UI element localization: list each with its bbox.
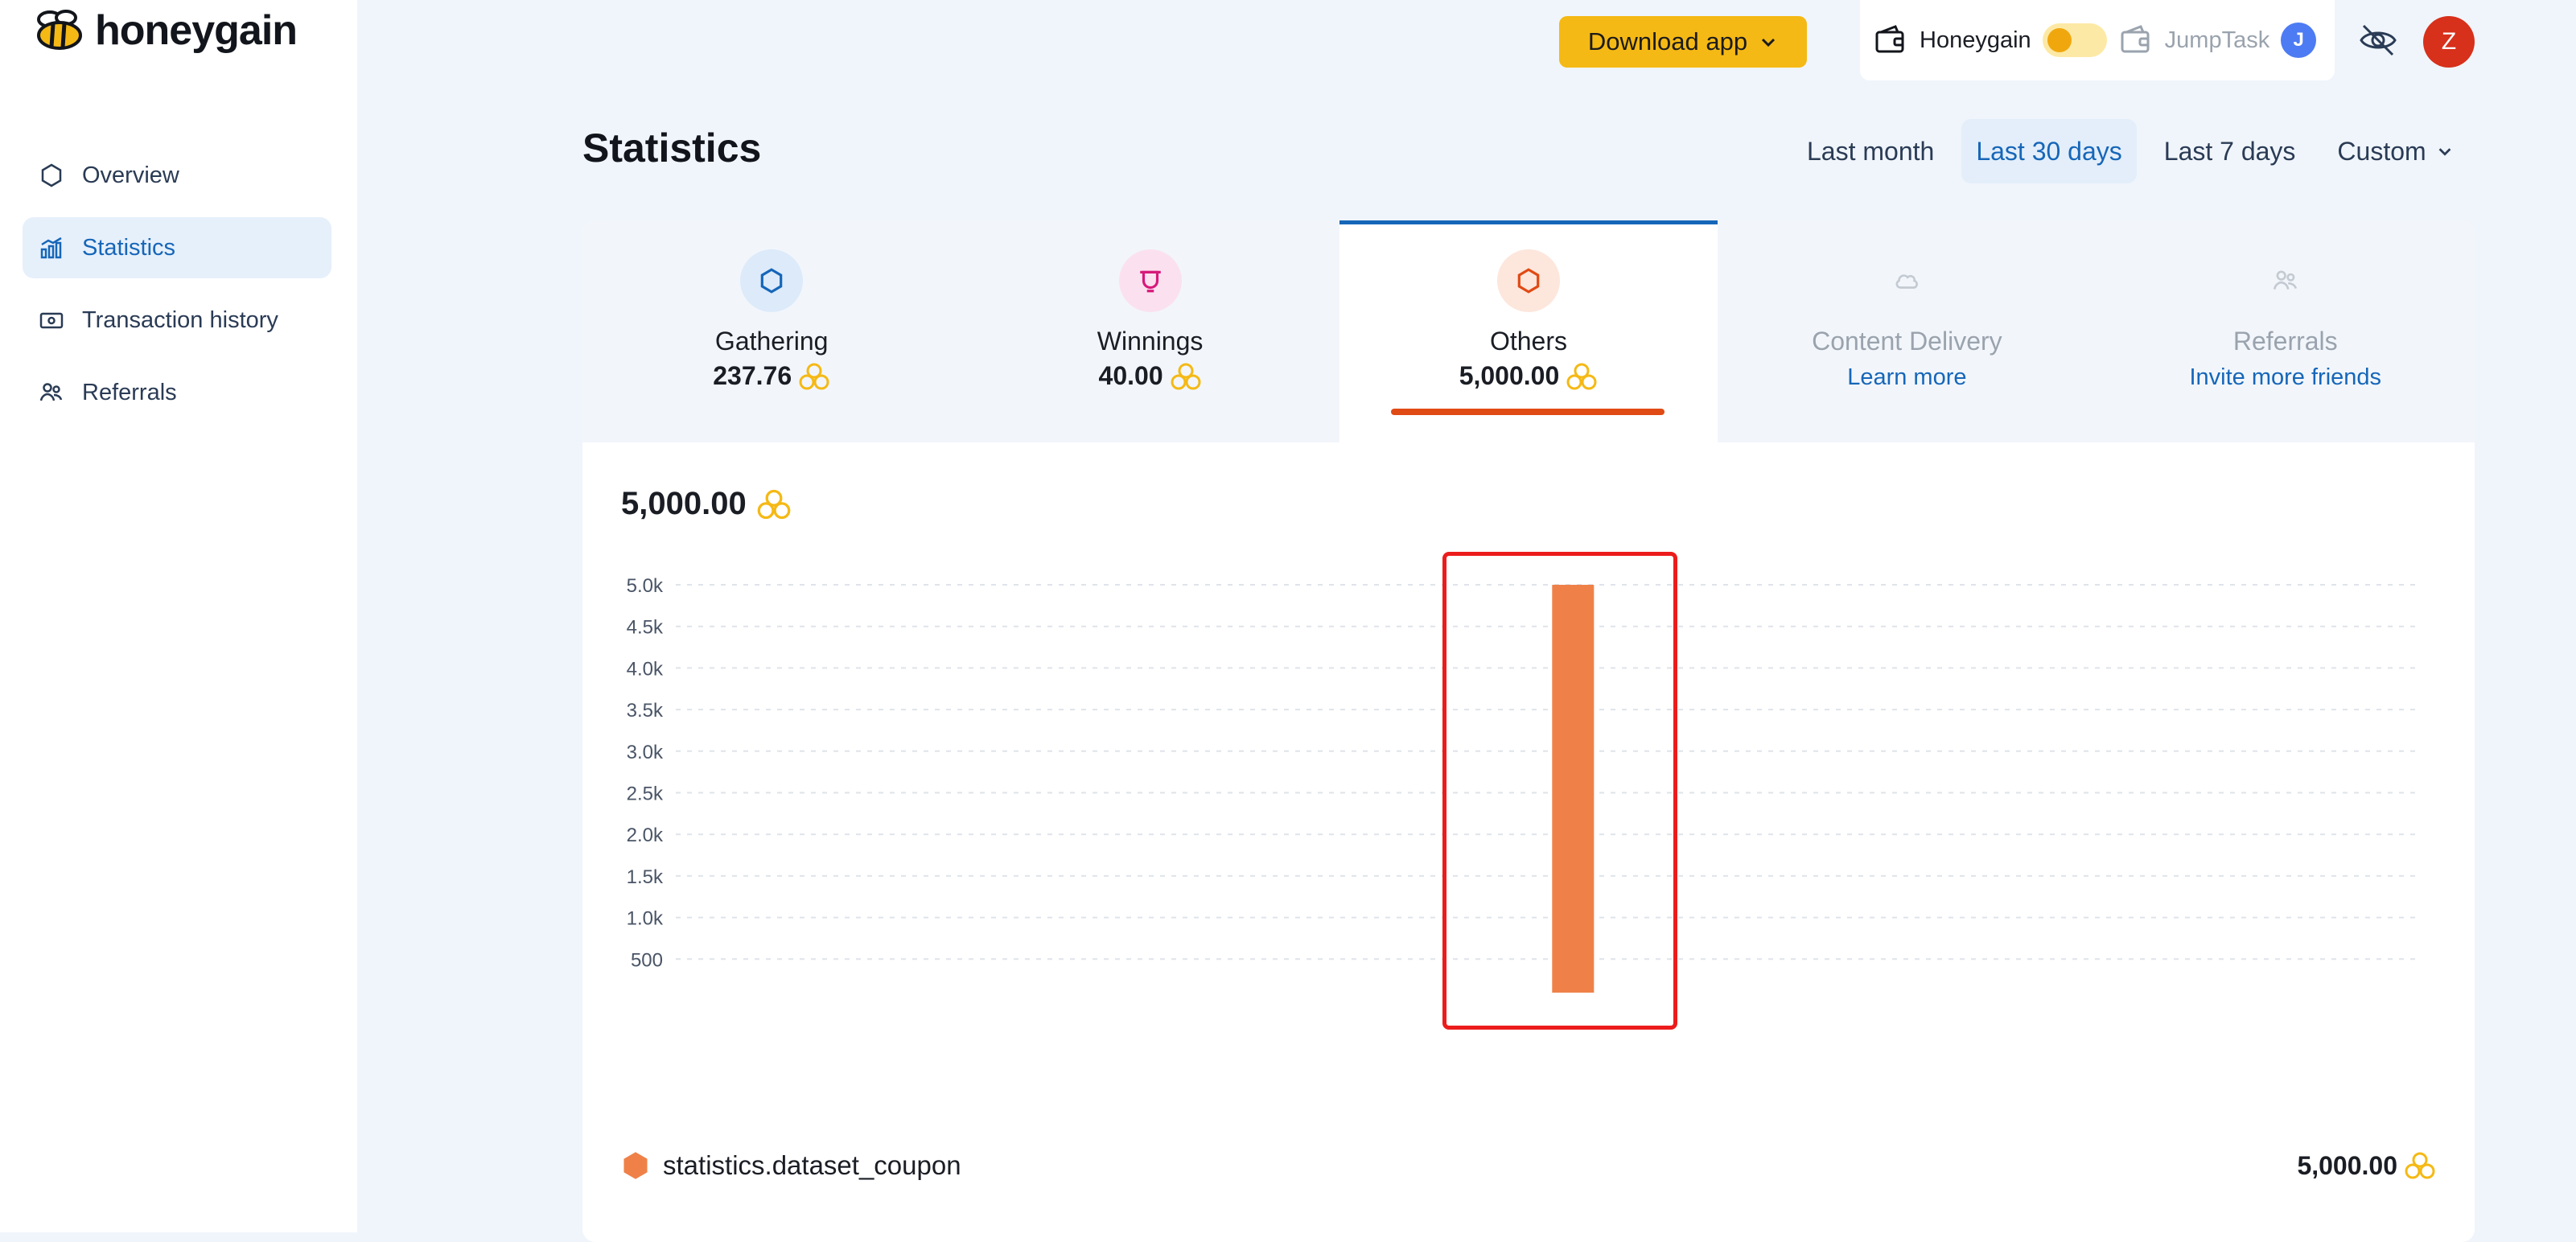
honey-coins-icon [1171, 363, 1201, 389]
sidebar-item-label: Referrals [82, 379, 177, 405]
bee-icon [37, 10, 82, 50]
tab-gathering[interactable]: Gathering 237.76 [582, 220, 961, 442]
sidebar-item-transaction-history[interactable]: Transaction history [23, 290, 331, 351]
trophy-icon [1139, 270, 1161, 293]
honey-coins-icon [1566, 363, 1597, 389]
download-app-label: Download app [1587, 27, 1748, 56]
sidebar-item-label: Statistics [82, 234, 176, 261]
y-tick-label: 2.0k [627, 825, 664, 846]
range-custom-label: Custom [2337, 136, 2426, 166]
tab-icon-circle [1496, 249, 1560, 312]
jumptask-label[interactable]: JumpTask [2165, 27, 2270, 54]
users-icon [39, 383, 63, 401]
sidebar-item-referrals[interactable]: Referrals [23, 362, 331, 423]
legend-value-text: 5,000.00 [2297, 1150, 2397, 1180]
cloud-icon [1895, 274, 1919, 289]
legend-series-value: 5,000.00 [2297, 1151, 2436, 1181]
range-custom[interactable]: Custom [2323, 119, 2467, 183]
hexagon-icon [1517, 268, 1540, 294]
tab-label: Others [1489, 327, 1567, 356]
brand-name: honeygain™ [95, 0, 308, 54]
wallet-icon [1875, 25, 1904, 53]
y-tick-label: 1.0k [627, 908, 664, 930]
tab-icon-circle [1875, 249, 1938, 312]
brand-logo[interactable]: honeygain™ [34, 0, 308, 55]
y-tick-label: 3.5k [627, 700, 664, 722]
tab-icon-circle [1118, 249, 1182, 312]
invite-friends-link[interactable]: Invite more friends [2189, 364, 2381, 391]
tab-referrals[interactable]: Referrals Invite more friends [2096, 220, 2475, 442]
statistics-card: Gathering 237.76 Winnings 40.00 Others 5… [582, 220, 2475, 1242]
sidebar-item-label: Overview [82, 162, 179, 188]
honey-coins-icon [757, 489, 791, 519]
tab-value: 5,000.00 [1459, 361, 1599, 391]
avatar[interactable]: Z [2423, 16, 2475, 68]
y-tick-label: 4.5k [627, 617, 664, 639]
learn-more-link[interactable]: Learn more [1847, 364, 1966, 391]
chevron-down-icon [2438, 148, 2451, 156]
wallet-icon [2121, 25, 2150, 53]
total-value-text: 5,000.00 [621, 486, 747, 521]
legend-series-name: statistics.dataset_coupon [663, 1150, 961, 1180]
sidebar-item-label: Transaction history [82, 306, 278, 333]
y-tick-label: 500 [631, 949, 663, 971]
app-toggle[interactable] [2042, 23, 2107, 57]
range-last-7-days[interactable]: Last 7 days [2150, 119, 2311, 183]
tab-label: Referrals [2232, 327, 2338, 356]
honey-coins-icon [2405, 1152, 2435, 1179]
y-tick-label: 0 [652, 991, 663, 993]
tab-others[interactable]: Others 5,000.00 [1339, 220, 1718, 442]
y-tick-label: 4.0k [627, 658, 664, 680]
eye-off-icon[interactable] [2357, 19, 2399, 61]
sidebar: honeygain™ Overview Statistics Transacti… [0, 0, 357, 1232]
tab-label: Winnings [1097, 327, 1204, 356]
tab-value-text: 40.00 [1098, 361, 1163, 390]
app-switcher: Honeygain JumpTask J [1860, 0, 2335, 80]
sidebar-item-overview[interactable]: Overview [23, 145, 331, 206]
hexagon-icon [41, 163, 62, 187]
range-last-month[interactable]: Last month [1792, 119, 1948, 183]
tab-progress-bar [1390, 409, 1665, 415]
tab-value: 40.00 [1099, 361, 1202, 391]
chevron-down-icon [1762, 38, 1776, 47]
tab-winnings[interactable]: Winnings 40.00 [961, 220, 1339, 442]
sidebar-nav: Overview Statistics Transaction history … [23, 145, 331, 434]
page-title: Statistics [582, 125, 762, 171]
y-tick-label: 2.5k [627, 783, 664, 805]
tab-icon-circle [2254, 249, 2317, 312]
hexagon-filled-icon [623, 1152, 648, 1179]
users-icon [2273, 270, 2297, 290]
hexagon-icon [760, 268, 783, 294]
tab-value-text: 237.76 [713, 361, 792, 390]
tab-content-delivery[interactable]: Content Delivery Learn more [1718, 220, 2097, 442]
tab-value: 237.76 [713, 361, 830, 391]
jumptask-badge: J [2281, 23, 2317, 58]
download-app-button[interactable]: Download app [1559, 16, 1807, 68]
range-last-30-days[interactable]: Last 30 days [1961, 119, 2137, 183]
wallet-card-icon [39, 312, 64, 329]
y-tick-label: 5.0k [627, 575, 664, 597]
honey-coins-icon [799, 363, 829, 389]
tab-icon-circle [740, 249, 804, 312]
tab-label: Content Delivery [1812, 327, 2002, 356]
tab-value-text: 5,000.00 [1459, 361, 1560, 390]
honeygain-label: Honeygain [1920, 27, 2031, 53]
sidebar-item-statistics[interactable]: Statistics [23, 217, 331, 278]
chart-bar[interactable] [1552, 585, 1595, 993]
category-tabs: Gathering 237.76 Winnings 40.00 Others 5… [582, 220, 2475, 442]
statistics-bar-chart: 0 500 1.0k 1.5k 2.0k 2.5k 3.0k 3.5k 4.0k 4.5k 5.0k… [627, 575, 2417, 993]
date-range-tabs: Last month Last 30 days Last 7 days Cust… [1792, 119, 2468, 183]
legend-row: statistics.dataset_coupon 5,000.00 [621, 1145, 2436, 1186]
y-tick-label: 1.5k [627, 866, 664, 888]
y-tick-label: 3.0k [627, 742, 664, 763]
bar-chart-icon [40, 236, 62, 259]
tab-label: Gathering [714, 327, 829, 356]
total-value: 5,000.00 [621, 486, 792, 522]
